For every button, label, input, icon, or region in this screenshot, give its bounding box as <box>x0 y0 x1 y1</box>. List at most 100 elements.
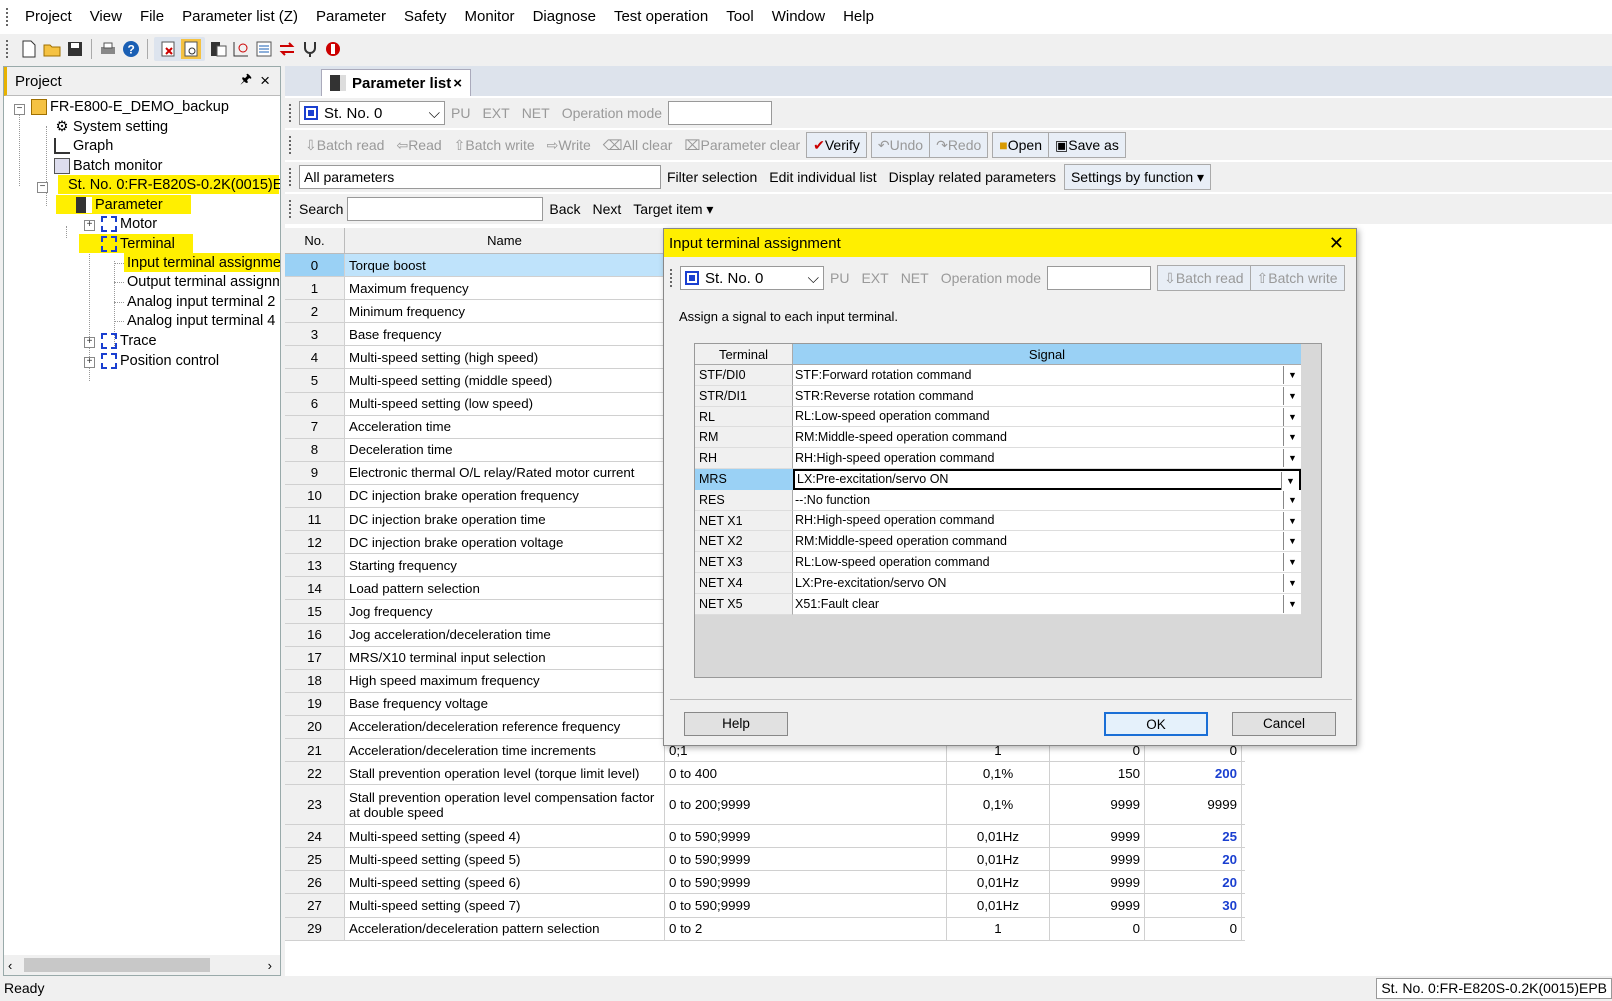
read-button[interactable]: ⇦Read <box>390 133 447 157</box>
terminal-cell[interactable]: MRS <box>695 468 793 490</box>
collapse-root-toggle[interactable]: − <box>14 104 25 115</box>
signal-select[interactable]: RL:Low-speed operation command ▼ <box>793 552 1301 573</box>
table-row[interactable]: 27 Multi-speed setting (speed 7) 0 to 590;… <box>285 894 1245 918</box>
verify-button[interactable]: ✔Verify <box>806 132 867 158</box>
tree-root[interactable]: FR-E800-E_DEMO_backup <box>31 97 229 116</box>
menu-tool[interactable]: Tool <box>717 0 763 34</box>
dialog-net-button[interactable]: NET <box>895 266 935 290</box>
write-button[interactable]: ⇨Write <box>541 133 597 157</box>
test-operation-icon[interactable] <box>323 39 343 59</box>
cell-set[interactable]: 200 <box>1145 762 1242 785</box>
graph-icon[interactable] <box>231 39 251 59</box>
new-file-icon[interactable] <box>19 39 39 59</box>
next-button[interactable]: Next <box>586 197 627 221</box>
terminal-cell[interactable]: RH <box>695 448 793 469</box>
terminal-cell[interactable]: NET X4 <box>695 572 793 594</box>
expand-position-toggle[interactable]: + <box>84 357 95 368</box>
dropdown-arrow-icon[interactable]: ▼ <box>1283 511 1301 530</box>
diagnose-icon[interactable] <box>300 39 320 59</box>
parameter-list-icon[interactable] <box>208 39 228 59</box>
tree-terminal[interactable]: Terminal <box>79 234 193 253</box>
terminal-cell[interactable]: RES <box>695 489 793 511</box>
close-icon[interactable]: ✕ <box>1329 233 1344 254</box>
edit-individual-list-button[interactable]: Edit individual list <box>763 165 882 189</box>
signal-select[interactable]: --:No function ▼ <box>793 489 1301 511</box>
menu-window[interactable]: Window <box>763 0 834 34</box>
ok-button[interactable]: OK <box>1104 712 1208 736</box>
undo-button[interactable]: ↶Undo <box>870 132 931 158</box>
expand-motor-toggle[interactable]: + <box>84 220 95 231</box>
filter-field[interactable]: All parameters <box>299 165 661 189</box>
operation-mode-field[interactable] <box>668 101 773 125</box>
tree-parameter[interactable]: Parameter <box>56 195 191 214</box>
tree-analog-input-2[interactable]: Analog input terminal 2 <box>127 292 279 311</box>
tree-horizontal-scrollbar[interactable]: ‹ › <box>4 955 280 975</box>
terminal-cell[interactable]: NET X1 <box>695 510 793 532</box>
dialog-batch-read-button[interactable]: ⇩Batch read <box>1157 265 1251 291</box>
dropdown-arrow-icon[interactable]: ▼ <box>1283 532 1301 551</box>
tree-system-setting[interactable]: ⚙ System setting <box>54 117 169 136</box>
cell-set[interactable]: 20 <box>1145 848 1242 871</box>
dropdown-arrow-icon[interactable]: ▼ <box>1283 553 1301 572</box>
dialog-pu-button[interactable]: PU <box>824 266 855 290</box>
settings-by-function-button[interactable]: Settings by function ▾ <box>1063 164 1212 190</box>
scrollbar-thumb[interactable] <box>24 958 210 972</box>
tree-output-terminal-assignment[interactable]: Output terminal assignment <box>127 272 279 291</box>
parameter-clear-button[interactable]: ⌧Parameter clear <box>678 133 806 157</box>
signal-select[interactable]: STR:Reverse rotation command ▼ <box>793 385 1301 407</box>
signal-select[interactable]: RM:Middle-speed operation command ▼ <box>793 427 1301 449</box>
tree-trace[interactable]: Trace <box>101 331 157 350</box>
tree-motor[interactable]: Motor <box>101 214 157 233</box>
parameter-search-icon[interactable] <box>181 39 201 59</box>
search-input[interactable] <box>347 197 544 221</box>
parameter-close-icon[interactable] <box>158 39 178 59</box>
net-button[interactable]: NET <box>516 101 556 125</box>
menu-parameter-list-z[interactable]: Parameter list (Z) <box>173 0 307 34</box>
help-icon[interactable]: ? <box>121 39 141 59</box>
terminal-cell[interactable]: NET X3 <box>695 552 793 573</box>
dropdown-arrow-icon[interactable]: ▼ <box>1283 490 1301 509</box>
menu-diagnose[interactable]: Diagnose <box>524 0 605 34</box>
col-name[interactable]: Name <box>345 228 665 253</box>
tree-batch-monitor[interactable]: Batch monitor <box>54 156 162 175</box>
table-row[interactable]: 22 Stall prevention operation level (torq… <box>285 762 1245 786</box>
tree-station[interactable]: St. No. 0:FR-E820S-0.2K(0015)EPB <box>58 175 280 194</box>
transfer-icon[interactable] <box>277 39 297 59</box>
dropdown-arrow-icon[interactable]: ▼ <box>1283 366 1301 384</box>
cell-set[interactable]: 20 <box>1145 871 1242 894</box>
tree-analog-input-4[interactable]: Analog input terminal 4 <box>127 311 279 330</box>
display-related-button[interactable]: Display related parameters <box>883 165 1062 189</box>
table-row[interactable]: 24 Multi-speed setting (speed 4) 0 to 590;… <box>285 825 1245 849</box>
expand-trace-toggle[interactable]: + <box>84 337 95 348</box>
menu-monitor[interactable]: Monitor <box>456 0 524 34</box>
menu-test-operation[interactable]: Test operation <box>605 0 717 34</box>
batch-read-button[interactable]: ⇩Batch read <box>299 133 390 157</box>
dropdown-arrow-icon[interactable]: ▼ <box>1281 471 1299 490</box>
dropdown-arrow-icon[interactable]: ▼ <box>1283 428 1301 447</box>
save-icon[interactable] <box>65 39 85 59</box>
collapse-station-toggle[interactable]: − <box>37 182 48 193</box>
pu-button[interactable]: PU <box>445 101 476 125</box>
station-select[interactable]: St. No. 0 ⌵ <box>299 101 445 125</box>
dialog-batch-write-button[interactable]: ⇧Batch write <box>1250 265 1345 291</box>
terminal-cell[interactable]: NET X2 <box>695 531 793 553</box>
all-clear-button[interactable]: ⌫All clear <box>597 133 679 157</box>
dropdown-arrow-icon[interactable]: ▼ <box>1283 449 1301 468</box>
scroll-left-icon[interactable]: ‹ <box>8 958 12 973</box>
tree-position-control[interactable]: Position control <box>101 351 219 370</box>
table-row[interactable]: 29 Acceleration/deceleration pattern sele… <box>285 917 1245 941</box>
signal-select[interactable]: X51:Fault clear ▼ <box>793 593 1301 615</box>
tree-input-terminal-assignment[interactable]: Input terminal assignment <box>124 253 280 272</box>
ext-button[interactable]: EXT <box>476 101 515 125</box>
table-row[interactable]: 26 Multi-speed setting (speed 6) 0 to 590;… <box>285 871 1245 895</box>
help-button[interactable]: Help <box>684 712 788 736</box>
pin-icon[interactable]: 🖈 <box>240 70 252 92</box>
filter-selection-button[interactable]: Filter selection <box>661 165 763 189</box>
monitor-icon[interactable] <box>254 39 274 59</box>
cell-set[interactable]: 30 <box>1145 894 1242 917</box>
signal-select[interactable]: RM:Middle-speed operation command ▼ <box>793 531 1301 553</box>
close-icon[interactable]: × <box>260 71 270 91</box>
terminal-cell[interactable]: STR/DI1 <box>695 385 793 407</box>
menu-help[interactable]: Help <box>834 0 883 34</box>
redo-button[interactable]: ↷Redo <box>930 132 989 158</box>
